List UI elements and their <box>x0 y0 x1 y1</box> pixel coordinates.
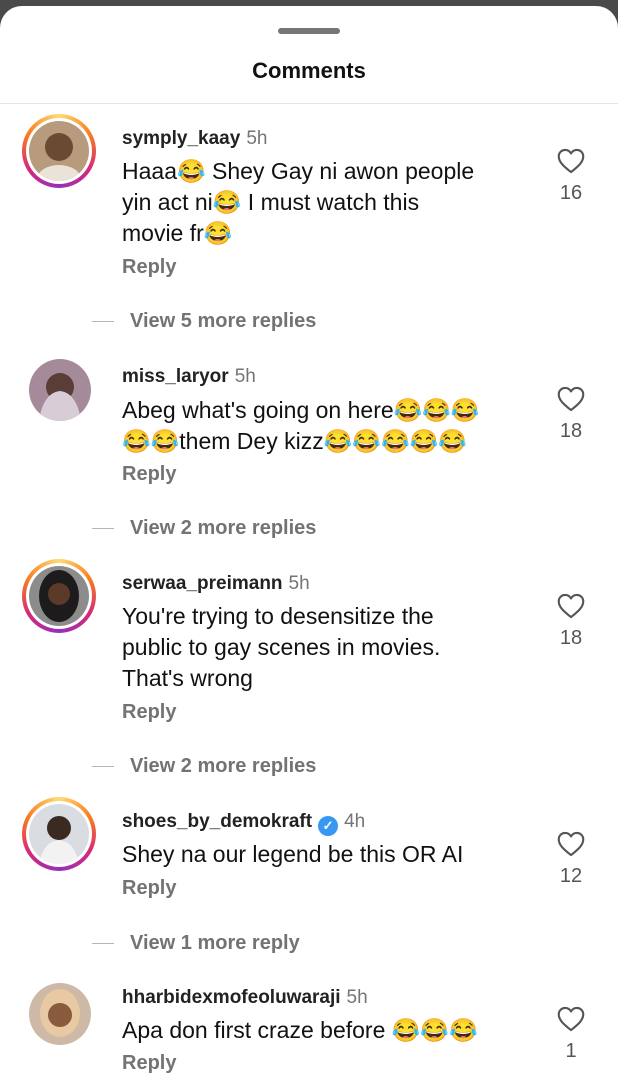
avatar-wrapper[interactable] <box>22 976 96 1050</box>
avatar <box>29 566 89 626</box>
comments-sheet: Comments symply_kaay 5h Haaa😂 Shey Gay ni… <box>0 6 618 1080</box>
like-count: 16 <box>559 182 583 204</box>
like-control[interactable]: 1 <box>548 1006 594 1063</box>
like-count: 1 <box>565 1040 577 1062</box>
view-more-label[interactable]: View 5 more replies <box>130 310 316 332</box>
reply-button[interactable]: Reply <box>122 877 176 900</box>
thread-line <box>92 766 114 768</box>
comment-time: 5h <box>234 366 256 387</box>
view-more-label[interactable]: View 2 more replies <box>130 517 316 539</box>
comment-username[interactable]: miss_laryor <box>122 366 229 387</box>
heart-outline-icon[interactable] <box>557 148 585 174</box>
comment-time: 5h <box>246 128 268 149</box>
view-more-replies[interactable]: View 2 more replies <box>92 517 316 540</box>
comment-username[interactable]: hharbidexmofeoluwaraji <box>122 987 341 1008</box>
like-control[interactable]: 18 <box>548 386 594 443</box>
comment-username[interactable]: symply_kaay <box>122 128 240 149</box>
like-count: 18 <box>559 420 583 442</box>
avatar <box>29 359 91 421</box>
comment-text: Abeg what's going on here😂😂😂 😂😂them Dey … <box>122 397 480 454</box>
avatar-wrapper[interactable] <box>22 352 96 426</box>
avatar-story-ring[interactable] <box>22 797 96 871</box>
comment-username[interactable]: serwaa_preimann <box>122 573 283 594</box>
comment-username[interactable]: shoes_by_demokraft <box>122 811 312 832</box>
avatar-story-ring[interactable] <box>22 114 96 188</box>
comment-text: Apa don first craze before 😂😂😂 <box>122 1017 478 1043</box>
thread-line <box>92 943 114 945</box>
heart-outline-icon[interactable] <box>557 1006 585 1032</box>
view-more-label[interactable]: View 2 more replies <box>130 755 316 777</box>
like-count: 12 <box>559 865 583 887</box>
heart-outline-icon[interactable] <box>557 831 585 857</box>
comment-time: 4h <box>344 811 366 832</box>
view-more-replies[interactable]: View 1 more reply <box>92 932 300 955</box>
heart-outline-icon[interactable] <box>557 386 585 412</box>
like-control[interactable]: 18 <box>548 593 594 650</box>
verified-badge-icon: ✓ <box>318 816 339 836</box>
reply-button[interactable]: Reply <box>122 1052 176 1075</box>
like-control[interactable]: 16 <box>548 148 594 205</box>
reply-button[interactable]: Reply <box>122 463 176 486</box>
view-more-replies[interactable]: View 5 more replies <box>92 310 316 333</box>
comment-text: Haaa😂 Shey Gay ni awon people yin act ni… <box>122 158 475 246</box>
heart-outline-icon[interactable] <box>557 593 585 619</box>
avatar <box>29 804 89 864</box>
comment-time: 5h <box>288 573 310 594</box>
avatar-story-ring[interactable] <box>22 559 96 633</box>
comment-time: 5h <box>346 987 368 1008</box>
avatar <box>29 983 91 1045</box>
view-more-replies[interactable]: View 2 more replies <box>92 755 316 778</box>
view-more-label[interactable]: View 1 more reply <box>130 932 300 954</box>
drag-handle[interactable] <box>278 28 340 34</box>
sheet-title: Comments <box>252 58 366 83</box>
header-divider <box>0 103 618 104</box>
like-control[interactable]: 12 <box>548 831 594 888</box>
comment-text: You're trying to desensitize the public … <box>122 603 441 691</box>
reply-button[interactable]: Reply <box>122 256 176 279</box>
thread-line <box>92 321 114 323</box>
comment-text: Shey na our legend be this OR AI <box>122 841 464 867</box>
reply-button[interactable]: Reply <box>122 701 176 724</box>
thread-line <box>92 528 114 530</box>
avatar <box>29 121 89 181</box>
like-count: 18 <box>559 627 583 649</box>
